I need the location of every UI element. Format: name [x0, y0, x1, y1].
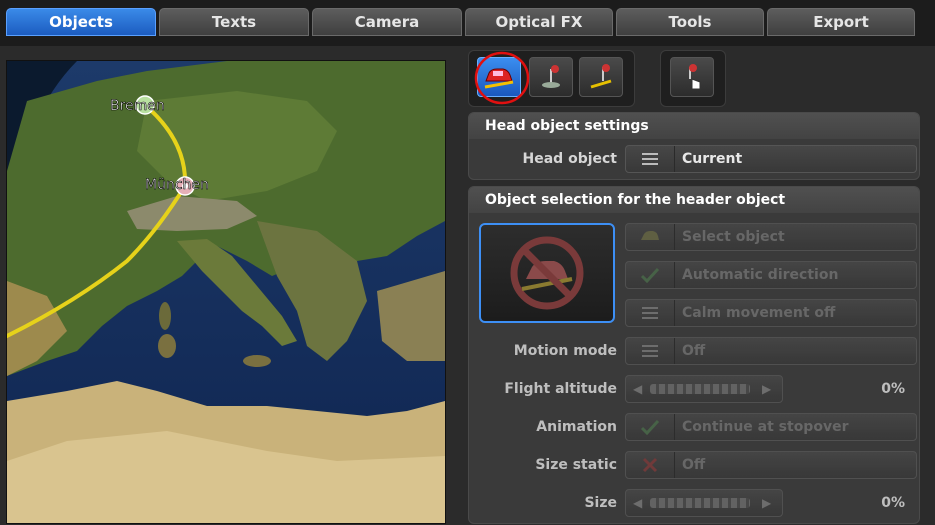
arrow-left-icon: ◀	[633, 382, 643, 396]
head-object-label: Head object	[522, 151, 617, 167]
size-value: 0%	[881, 495, 905, 511]
calm-movement-label: Calm movement off	[682, 305, 836, 321]
list-icon	[642, 153, 658, 165]
automatic-direction-label: Automatic direction	[682, 267, 839, 283]
calm-movement-select[interactable]: Calm movement off	[625, 299, 917, 327]
hand-pin-icon	[689, 64, 701, 90]
list-icon	[642, 345, 658, 357]
select-pointer-button[interactable]	[670, 57, 714, 97]
size-static-toggle[interactable]: Off	[625, 451, 917, 479]
flight-altitude-label: Flight altitude	[504, 381, 617, 397]
place-object-button[interactable]	[529, 57, 573, 97]
tab-tools[interactable]: Tools	[616, 8, 764, 36]
city-label-munich: München	[145, 177, 209, 193]
tab-texts[interactable]: Texts	[159, 8, 309, 36]
tab-objects[interactable]: Objects	[6, 8, 156, 36]
arrow-left-icon: ◀	[633, 496, 643, 510]
slider-track	[650, 498, 750, 508]
pin-route-icon	[590, 64, 612, 89]
city-label-bremen: Bremen	[110, 98, 165, 114]
select-object-button[interactable]: Select object	[625, 223, 917, 251]
map-image: Bremen München	[7, 61, 445, 523]
automatic-direction-toggle[interactable]: Automatic direction	[625, 261, 917, 289]
size-label: Size	[584, 495, 617, 511]
slider-track	[650, 384, 750, 394]
route-object-button[interactable]	[579, 57, 623, 97]
head-settings-title: Head object settings	[469, 113, 919, 139]
motion-mode-label: Motion mode	[513, 343, 617, 359]
size-static-value: Off	[682, 457, 706, 473]
head-object-settings: Head object settings Head object Current	[468, 112, 920, 180]
animation-toggle[interactable]: Continue at stopover	[625, 413, 917, 441]
size-static-label: Size static	[535, 457, 617, 473]
size-slider[interactable]: ◀ ▶	[625, 489, 783, 517]
highlight-circle	[474, 51, 530, 105]
flight-altitude-slider[interactable]: ◀ ▶	[625, 375, 783, 403]
head-object-select[interactable]: Current	[625, 145, 917, 173]
object-selection-panel: Object selection for the header object S…	[468, 186, 920, 524]
animation-label: Animation	[536, 419, 617, 435]
checkmark-icon	[640, 267, 660, 283]
pin-icon	[542, 65, 560, 88]
animation-value: Continue at stopover	[682, 419, 849, 435]
arrow-right-icon: ▶	[762, 382, 772, 396]
tab-export[interactable]: Export	[767, 8, 915, 36]
motion-mode-select[interactable]: Off	[625, 337, 917, 365]
motion-mode-value: Off	[682, 343, 706, 359]
select-object-label: Select object	[682, 229, 785, 245]
cross-icon	[642, 457, 658, 473]
flight-altitude-value: 0%	[881, 381, 905, 397]
tab-bar: Objects Texts Camera Optical FX Tools Ex…	[0, 0, 935, 46]
map-preview[interactable]: Bremen München	[6, 60, 446, 524]
arrow-right-icon: ▶	[762, 496, 772, 510]
tab-camera[interactable]: Camera	[312, 8, 462, 36]
list-icon	[642, 307, 658, 319]
pointer-group	[660, 50, 726, 107]
tab-optical-fx[interactable]: Optical FX	[465, 8, 613, 36]
car-icon-dim	[641, 231, 659, 240]
checkmark-icon	[640, 419, 660, 435]
head-object-value: Current	[682, 151, 743, 167]
object-selection-title: Object selection for the header object	[469, 187, 919, 213]
